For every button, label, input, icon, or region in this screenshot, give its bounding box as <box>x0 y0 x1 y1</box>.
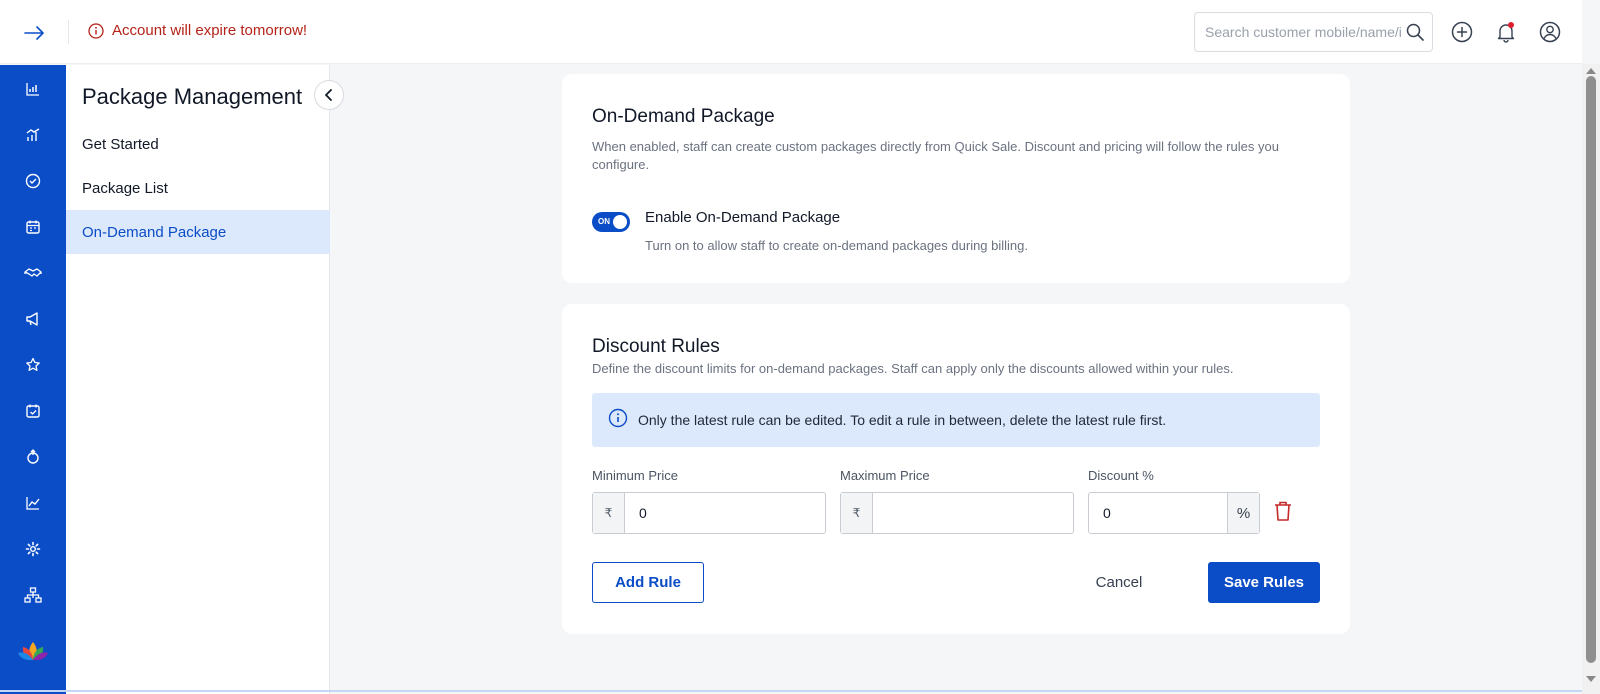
max-price-field: ₹ <box>840 492 1074 534</box>
discount-rules-description: Define the discount limits for on-demand… <box>592 361 1234 376</box>
info-text: Only the latest rule can be edited. To e… <box>638 412 1167 428</box>
app-rail <box>0 65 66 694</box>
hierarchy-icon[interactable] <box>21 583 45 607</box>
user-profile-icon[interactable] <box>1538 20 1562 44</box>
bottom-edge <box>0 690 1582 692</box>
calendar-icon[interactable] <box>21 215 45 239</box>
min-price-label: Minimum Price <box>592 468 678 483</box>
nav-item-get-started[interactable]: Get Started <box>66 122 330 166</box>
max-price-input[interactable] <box>873 493 1073 533</box>
info-circle-icon <box>88 22 104 39</box>
page-scrollbar[interactable] <box>1582 64 1600 694</box>
add-circle-icon[interactable] <box>1450 20 1474 44</box>
loyalty-icon[interactable] <box>21 445 45 469</box>
toggle-state-text: ON <box>598 217 610 226</box>
discount-rules-title: Discount Rules <box>592 336 720 357</box>
discount-percent-label: Discount % <box>1088 468 1154 483</box>
top-bar: Account will expire tomorrow! <box>0 0 1582 64</box>
min-price-field: ₹ <box>592 492 826 534</box>
notification-bell-icon[interactable] <box>1494 20 1518 44</box>
page-title: Package Management <box>82 84 303 109</box>
calendar-check-icon[interactable] <box>21 399 45 423</box>
megaphone-icon[interactable] <box>21 307 45 331</box>
nav-item-on-demand-package[interactable]: On-Demand Package <box>66 210 330 254</box>
bar-chart-icon[interactable] <box>21 77 45 101</box>
gear-icon[interactable] <box>21 537 45 561</box>
on-demand-description: When enabled, staff can create custom pa… <box>592 139 1279 172</box>
enable-on-demand-toggle[interactable]: ON <box>592 212 630 232</box>
discount-percent-input[interactable] <box>1089 493 1227 533</box>
expiry-warning-text: Account will expire tomorrow! <box>112 22 308 39</box>
discount-rules-card: Discount Rules Define the discount limit… <box>562 304 1350 634</box>
cancel-button[interactable]: Cancel <box>1069 562 1169 603</box>
star-icon[interactable] <box>21 353 45 377</box>
on-demand-package-card: On-Demand Package When enabled, staff ca… <box>562 74 1350 283</box>
brand-lotus-logo-icon <box>17 640 49 662</box>
rupee-icon: ₹ <box>593 493 625 533</box>
scroll-down-arrow-icon[interactable] <box>1586 676 1596 682</box>
percent-icon: % <box>1227 493 1259 533</box>
delete-rule-trash-icon[interactable] <box>1271 498 1295 524</box>
discount-percent-field: % <box>1088 492 1260 534</box>
rupee-icon: ₹ <box>841 493 873 533</box>
scrollbar-thumb[interactable] <box>1586 76 1596 663</box>
max-price-label: Maximum Price <box>840 468 930 483</box>
search-icon[interactable] <box>1406 23 1424 46</box>
save-rules-button[interactable]: Save Rules <box>1208 562 1320 603</box>
collapse-sidebar-chevron-left-icon[interactable] <box>314 80 344 110</box>
check-circle-icon[interactable] <box>21 169 45 193</box>
search-input[interactable] <box>1205 13 1401 51</box>
add-rule-button[interactable]: Add Rule <box>592 562 704 603</box>
toggle-label: Enable On-Demand Package <box>645 209 841 226</box>
package-management-nav: Package Management Get Started Package L… <box>66 65 330 694</box>
toggle-help-text: Turn on to allow staff to create on-dema… <box>645 238 1029 253</box>
toggle-knob <box>613 215 627 229</box>
nav-item-package-list[interactable]: Package List <box>66 166 330 210</box>
handshake-icon[interactable] <box>21 261 45 285</box>
scroll-up-arrow-icon[interactable] <box>1586 68 1596 74</box>
customer-search <box>1194 12 1433 52</box>
expiry-warning: Account will expire tomorrow! <box>88 22 307 39</box>
info-icon <box>608 408 628 433</box>
expand-menu-arrow-icon[interactable] <box>22 20 48 46</box>
divider <box>68 20 69 44</box>
trend-icon[interactable] <box>21 491 45 515</box>
on-demand-title: On-Demand Package <box>592 106 775 127</box>
min-price-input[interactable] <box>625 493 825 533</box>
info-banner: Only the latest rule can be edited. To e… <box>592 393 1320 447</box>
analytics-icon[interactable] <box>21 123 45 147</box>
